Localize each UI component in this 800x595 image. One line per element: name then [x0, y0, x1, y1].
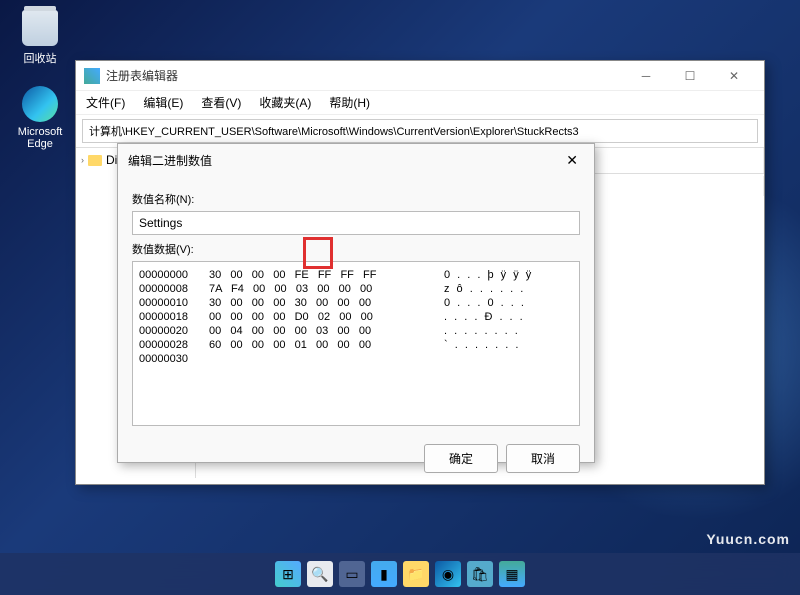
edge-taskbar-icon[interactable]: ◉ — [435, 561, 461, 587]
edge-icon — [22, 86, 58, 122]
desktop-recycle-bin[interactable]: 回收站 — [10, 10, 70, 66]
minimize-button[interactable]: ─ — [624, 62, 668, 90]
hex-row[interactable]: 000000087A F4 00 00 03 00 00 00z ô . . .… — [139, 282, 573, 296]
explorer-icon[interactable]: 📁 — [403, 561, 429, 587]
cancel-button[interactable]: 取消 — [506, 444, 580, 473]
hex-row[interactable]: 0000001030 00 00 00 30 00 00 000 . . . 0… — [139, 296, 573, 310]
dialog-close-button[interactable]: ✕ — [560, 150, 584, 171]
menu-help[interactable]: 帮助(H) — [325, 92, 374, 113]
desktop-edge[interactable]: Microsoft Edge — [10, 86, 70, 150]
hex-row[interactable]: 0000002000 04 00 00 00 03 00 00. . . . .… — [139, 324, 573, 338]
name-label: 数值名称(N): — [132, 191, 580, 207]
menu-view[interactable]: 查看(V) — [197, 92, 245, 113]
hex-row[interactable]: 0000002860 00 00 00 01 00 00 00` . . . .… — [139, 338, 573, 352]
name-input[interactable] — [132, 211, 580, 235]
task-view-icon[interactable]: ▭ — [339, 561, 365, 587]
menu-bar: 文件(F) 编辑(E) 查看(V) 收藏夹(A) 帮助(H) — [76, 91, 764, 115]
regedit-taskbar-icon[interactable]: ▦ — [499, 561, 525, 587]
folder-icon — [88, 155, 102, 166]
window-title: 注册表编辑器 — [106, 67, 624, 84]
close-button[interactable]: ✕ — [712, 62, 756, 90]
data-label: 数值数据(V): — [132, 241, 580, 257]
chevron-right-icon: › — [81, 155, 84, 165]
taskbar-search-icon[interactable]: 🔍 — [307, 561, 333, 587]
menu-fav[interactable]: 收藏夹(A) — [255, 92, 315, 113]
hex-editor[interactable]: 0000000030 00 00 00 FE FF FF FF0 . . . þ… — [132, 261, 580, 426]
hex-row[interactable]: 0000000030 00 00 00 FE FF FF FF0 . . . þ… — [139, 268, 573, 282]
regedit-icon — [84, 68, 100, 84]
watermark: Yuucn.com — [706, 531, 790, 547]
widgets-icon[interactable]: ▮ — [371, 561, 397, 587]
recycle-bin-icon — [22, 10, 58, 46]
recycle-bin-label: 回收站 — [24, 50, 57, 66]
menu-file[interactable]: 文件(F) — [82, 92, 129, 113]
edit-binary-dialog: 编辑二进制数值 ✕ 数值名称(N): 数值数据(V): 0000000030 0… — [117, 143, 595, 463]
menu-edit[interactable]: 编辑(E) — [139, 92, 187, 113]
hex-row[interactable]: 00000030 — [139, 352, 573, 366]
dialog-title: 编辑二进制数值 — [128, 152, 212, 169]
start-button[interactable]: ⊞ — [275, 561, 301, 587]
address-bar[interactable]: 计算机\HKEY_CURRENT_USER\Software\Microsoft… — [82, 119, 758, 143]
maximize-button[interactable]: ☐ — [668, 62, 712, 90]
taskbar: ⊞ 🔍 ▭ ▮ 📁 ◉ 🛍 ▦ — [0, 553, 800, 595]
title-bar: 注册表编辑器 ─ ☐ ✕ — [76, 61, 764, 91]
edge-label: Microsoft Edge — [10, 126, 70, 150]
ok-button[interactable]: 确定 — [424, 444, 498, 473]
hex-row[interactable]: 0000001800 00 00 00 D0 02 00 00. . . . Ð… — [139, 310, 573, 324]
store-icon[interactable]: 🛍 — [467, 561, 493, 587]
